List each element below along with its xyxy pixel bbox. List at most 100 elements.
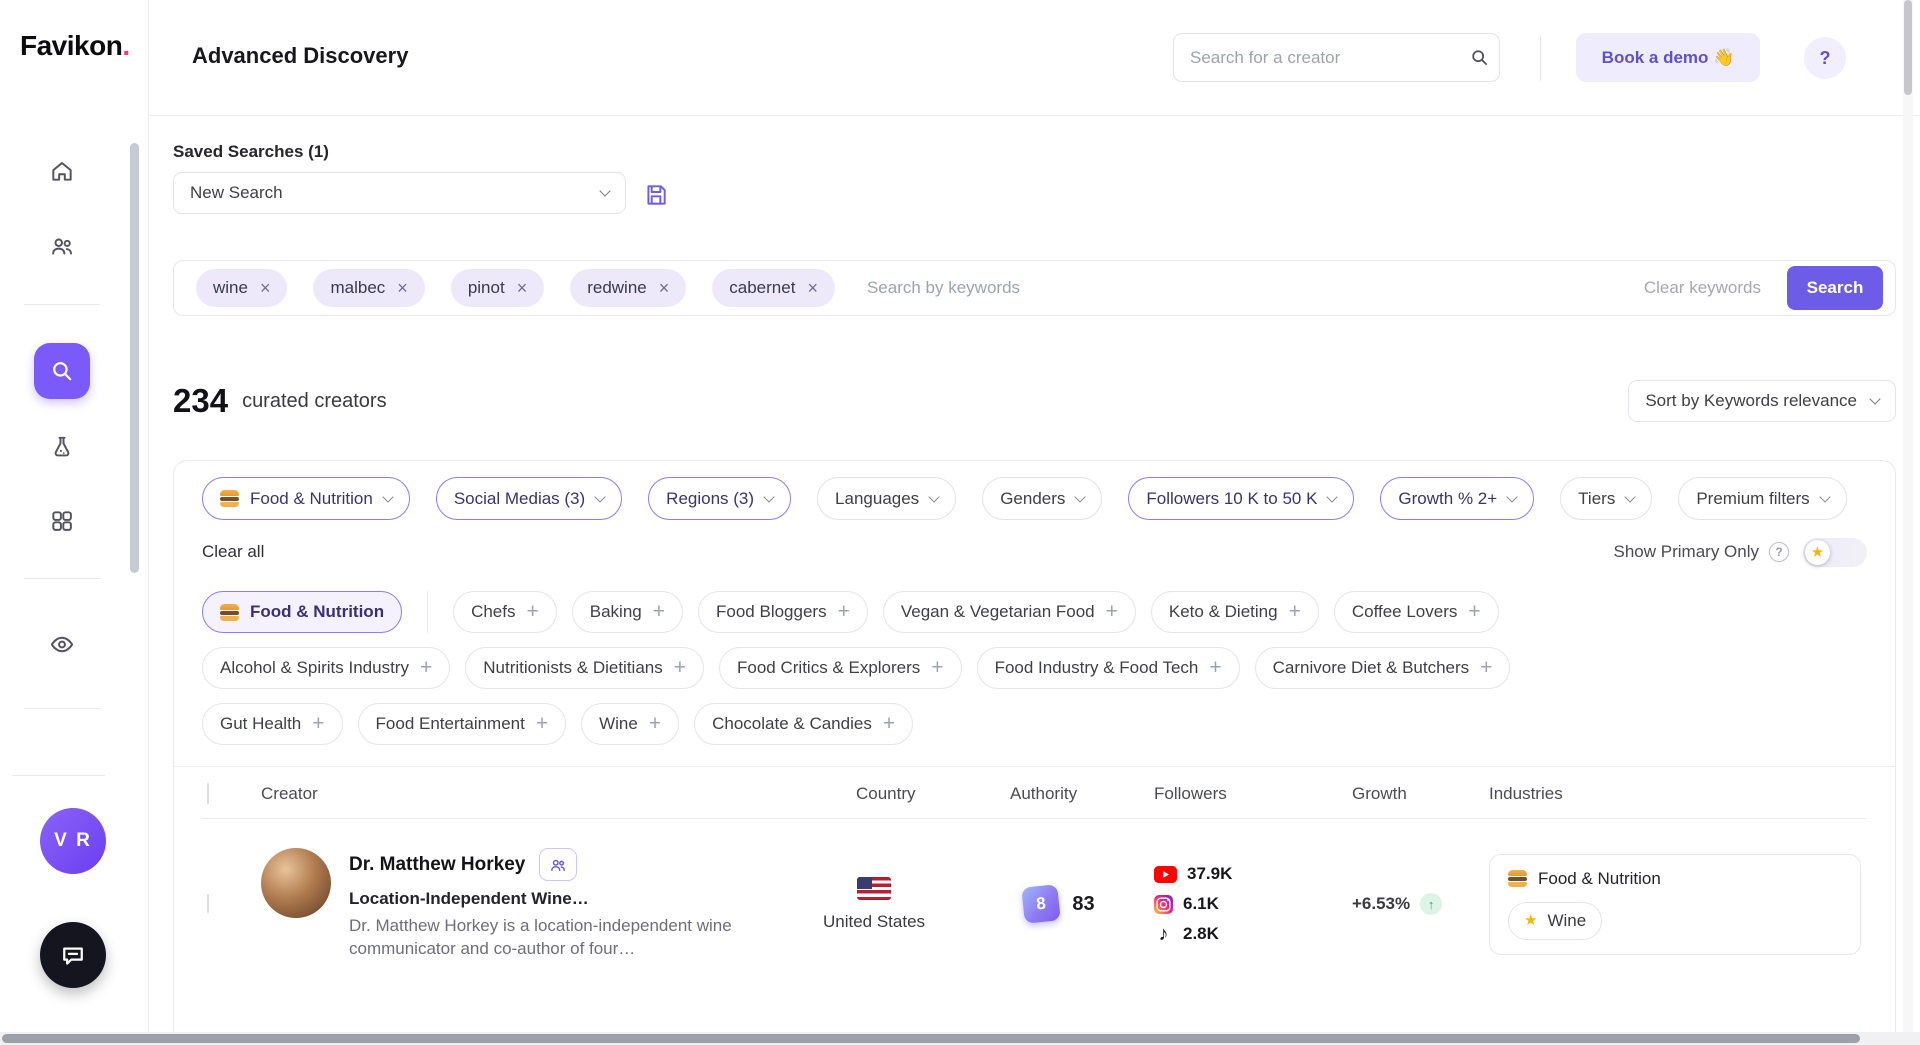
category-chip[interactable]: Carnivore Diet & Butchers+	[1255, 647, 1511, 689]
remove-keyword-icon[interactable]: ×	[807, 279, 818, 297]
category-chip[interactable]: Baking+	[572, 591, 683, 633]
plus-icon[interactable]: +	[931, 657, 943, 678]
filter-growth[interactable]: Growth % 2+	[1380, 477, 1534, 520]
help-button[interactable]: ?	[1804, 37, 1846, 79]
filter-social-medias[interactable]: Social Medias (3)	[436, 477, 622, 520]
keywords-input[interactable]	[867, 278, 1644, 298]
category-chip[interactable]: Wine+	[581, 703, 679, 745]
category-chip[interactable]: Nutritionists & Dietitians+	[465, 647, 704, 689]
category-chip[interactable]: Chocolate & Candies+	[694, 703, 913, 745]
growth-up-icon: ↑	[1420, 893, 1442, 915]
remove-keyword-icon[interactable]: ×	[260, 279, 271, 297]
plus-icon[interactable]: +	[527, 601, 539, 622]
filter-regions[interactable]: Regions (3)	[648, 477, 791, 520]
category-chip[interactable]: Alcohol & Spirits Industry+	[202, 647, 450, 689]
category-food-nutrition-active[interactable]: Food & Nutrition	[202, 591, 402, 633]
creator-search-input[interactable]	[1173, 33, 1500, 82]
row-checkbox[interactable]	[207, 894, 209, 913]
filter-followers[interactable]: Followers 10 K to 50 K	[1128, 477, 1354, 520]
select-all-checkbox[interactable]	[207, 783, 209, 804]
header-creator[interactable]: Creator	[249, 784, 774, 804]
vertical-scrollbar-track[interactable]	[1903, 0, 1913, 1045]
clear-keywords-button[interactable]: Clear keywords	[1644, 278, 1761, 298]
apps-grid-icon[interactable]	[49, 508, 75, 534]
plus-icon[interactable]: +	[420, 657, 432, 678]
chevron-down-icon	[1869, 393, 1880, 404]
keyword-chip[interactable]: pinot×	[451, 269, 544, 307]
plus-icon[interactable]: +	[653, 601, 665, 622]
category-chip[interactable]: Food Bloggers+	[698, 591, 868, 633]
sidebar-item-discovery-active[interactable]	[34, 343, 90, 399]
category-chip[interactable]: Chefs+	[453, 591, 557, 633]
plus-icon[interactable]: +	[1289, 601, 1301, 622]
favikon-logo[interactable]: Favikon.	[20, 30, 130, 62]
category-chip[interactable]: Food Entertainment+	[358, 703, 567, 745]
plus-icon[interactable]: +	[536, 713, 548, 734]
save-search-icon[interactable]	[643, 182, 669, 213]
keywords-search-button[interactable]: Search	[1787, 266, 1883, 310]
table-row[interactable]: Dr. Matthew Horkey Location-Independent …	[202, 819, 1867, 981]
plus-icon[interactable]: +	[649, 713, 661, 734]
creator-avatar[interactable]	[261, 848, 331, 918]
home-icon[interactable]	[49, 158, 75, 184]
filter-pills-row: Food & Nutrition Social Medias (3) Regio…	[202, 477, 1867, 520]
plus-icon[interactable]: +	[1106, 601, 1118, 622]
header-country[interactable]: Country	[774, 784, 974, 804]
horizontal-scrollbar-track[interactable]	[0, 1032, 1920, 1045]
remove-keyword-icon[interactable]: ×	[659, 279, 670, 297]
vertical-scrollbar-thumb[interactable]	[1904, 0, 1912, 95]
plus-icon[interactable]: +	[883, 713, 895, 734]
chat-widget-button[interactable]	[40, 922, 106, 988]
creator-name[interactable]: Dr. Matthew Horkey	[349, 854, 525, 876]
header-growth[interactable]: Growth	[1344, 784, 1489, 804]
filter-genders[interactable]: Genders	[982, 477, 1102, 520]
filter-premium[interactable]: Premium filters	[1678, 477, 1846, 520]
header-followers[interactable]: Followers	[1144, 784, 1344, 804]
primary-only-toggle[interactable]: ★	[1803, 538, 1867, 567]
plus-icon[interactable]: +	[838, 601, 850, 622]
star-icon: ★	[1811, 545, 1824, 560]
star-icon: ★	[1524, 913, 1537, 928]
similar-creators-button[interactable]	[539, 848, 577, 881]
category-chip[interactable]: Gut Health+	[202, 703, 343, 745]
sort-select[interactable]: Sort by Keywords relevance	[1628, 380, 1896, 422]
clear-all-button[interactable]: Clear all	[202, 542, 264, 562]
info-icon[interactable]: ?	[1769, 542, 1789, 562]
search-icon[interactable]	[1469, 47, 1490, 73]
filter-food-nutrition[interactable]: Food & Nutrition	[202, 477, 410, 520]
keyword-chip[interactable]: malbec×	[313, 269, 424, 307]
saved-search-select[interactable]: New Search	[173, 172, 626, 214]
lab-icon[interactable]	[49, 434, 75, 460]
book-demo-button[interactable]: Book a demo 👋	[1576, 33, 1760, 82]
plus-icon[interactable]: +	[674, 657, 686, 678]
category-chip[interactable]: Food Critics & Explorers+	[719, 647, 962, 689]
sidebar-scrollbar[interactable]	[130, 143, 139, 573]
category-chip[interactable]: Keto & Dieting +	[1151, 591, 1319, 633]
category-chip[interactable]: Food Industry & Food Tech+	[977, 647, 1240, 689]
watchlist-eye-icon[interactable]	[49, 631, 76, 658]
filter-tiers[interactable]: Tiers	[1560, 477, 1652, 520]
user-avatar[interactable]: V R	[40, 808, 106, 874]
filter-label: Genders	[1000, 489, 1065, 509]
header-industries[interactable]: Industries	[1489, 784, 1867, 804]
horizontal-scrollbar-thumb[interactable]	[2, 1034, 1860, 1043]
plus-icon[interactable]: +	[1468, 601, 1480, 622]
burger-icon	[220, 490, 239, 507]
category-chip[interactable]: Vegan & Vegetarian Food+	[883, 591, 1136, 633]
plus-icon[interactable]: +	[312, 713, 324, 734]
industry-tag-wine[interactable]: ★ Wine	[1508, 902, 1602, 940]
plus-icon[interactable]: +	[1209, 657, 1221, 678]
keyword-chip[interactable]: wine×	[196, 269, 287, 307]
results-count: 234	[173, 382, 228, 420]
category-label: Keto & Dieting	[1169, 602, 1278, 622]
chevron-down-icon	[763, 491, 774, 502]
header-authority[interactable]: Authority	[974, 784, 1144, 804]
remove-keyword-icon[interactable]: ×	[397, 279, 408, 297]
keyword-chip[interactable]: redwine×	[570, 269, 686, 307]
community-icon[interactable]	[49, 233, 75, 259]
keyword-chip[interactable]: cabernet×	[712, 269, 835, 307]
category-chip[interactable]: Coffee Lovers+	[1334, 591, 1499, 633]
remove-keyword-icon[interactable]: ×	[517, 279, 528, 297]
plus-icon[interactable]: +	[1480, 657, 1492, 678]
filter-languages[interactable]: Languages	[817, 477, 956, 520]
